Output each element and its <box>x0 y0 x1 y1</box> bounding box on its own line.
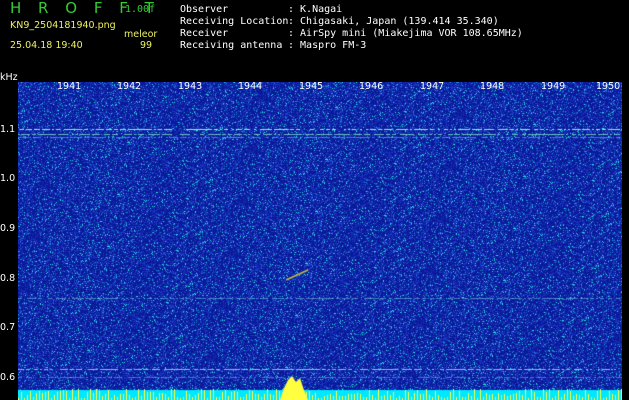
software-label: meleor <box>124 29 158 40</box>
receiver-value: : AirSpy mini (Miakejima VOR 108.65MHz) <box>288 28 523 39</box>
filename-label: KN9_2504181940.png <box>10 20 116 31</box>
observer-label: Observer <box>180 4 229 15</box>
antenna-value: : Maspro FM-3 <box>288 40 367 51</box>
y-tick-label: 0.8 <box>0 273 16 284</box>
x-tick-label: 1949 <box>541 81 566 92</box>
antenna-label: Receiving antenna <box>180 40 283 51</box>
y-tick-label: 0.9 <box>0 223 16 234</box>
spectrogram-canvas <box>18 82 622 400</box>
x-tick-label: 1950 <box>596 81 621 92</box>
version-label: 1.00f <box>125 4 156 15</box>
x-tick-label: 1948 <box>480 81 505 92</box>
receiver-label: Receiver <box>180 28 229 39</box>
x-tick-label: 1947 <box>420 81 445 92</box>
y-tick-label: 1.0 <box>0 173 16 184</box>
datetime-label: 25.04.18 19:40 <box>10 40 83 51</box>
y-tick-label: 0.6 <box>0 372 16 383</box>
observer-value: : K.Nagai <box>288 4 343 15</box>
location-label: Receiving Location <box>180 16 289 27</box>
y-tick-label: 1.1 <box>0 124 16 135</box>
x-tick-label: 1942 <box>117 81 142 92</box>
y-tick-label: 0.7 <box>0 322 16 333</box>
count-label: 99 <box>140 40 153 51</box>
x-tick-label: 1946 <box>359 81 384 92</box>
unit-label: kHz <box>0 72 18 83</box>
x-tick-label: 1944 <box>238 81 263 92</box>
x-tick-label: 1941 <box>57 81 82 92</box>
location-value: : Chigasaki, Japan (139.414 35.340) <box>288 16 499 27</box>
x-tick-label: 1943 <box>178 81 203 92</box>
x-tick-label: 1945 <box>299 81 324 92</box>
